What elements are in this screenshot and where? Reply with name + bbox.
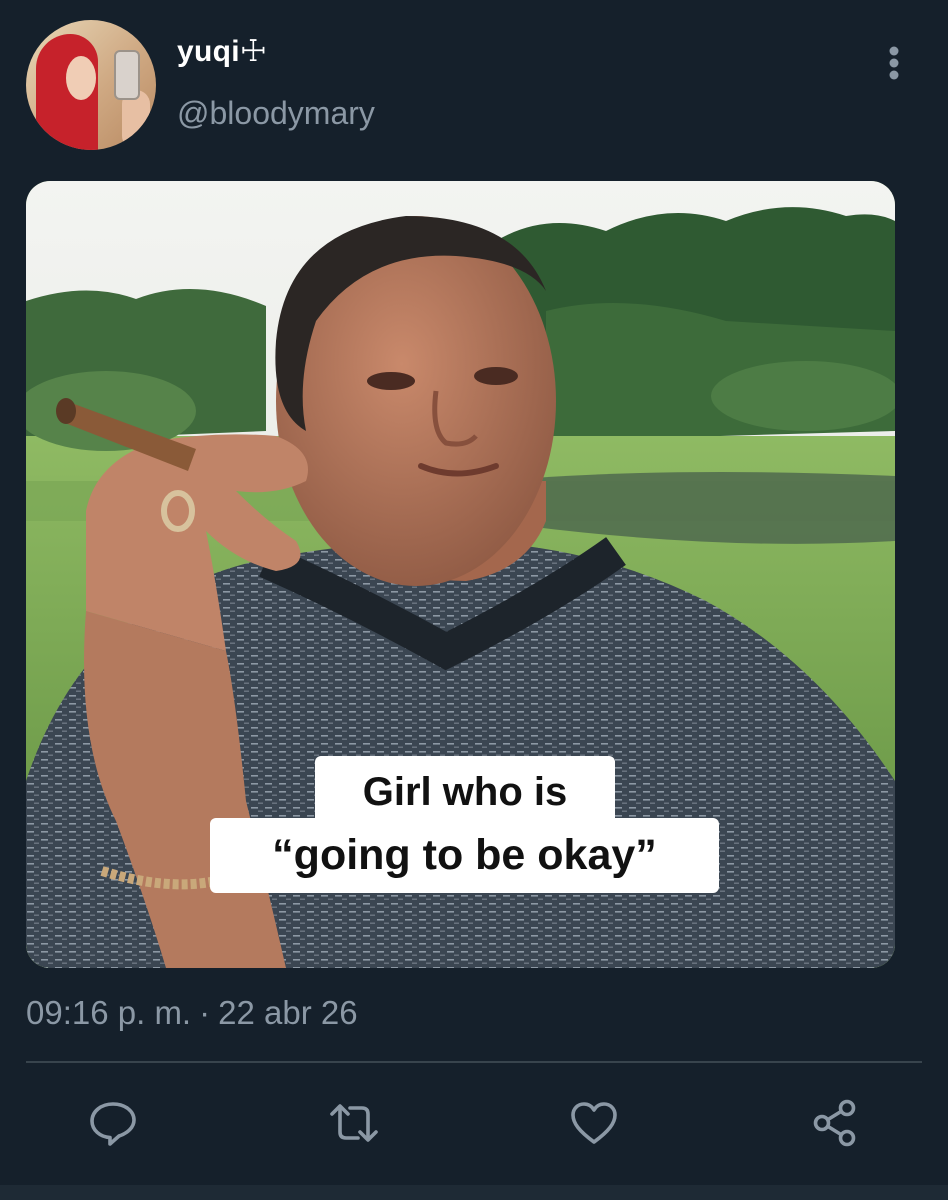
bottom-bar-edge xyxy=(0,1185,948,1200)
tweet-time: 09:16 p. m. xyxy=(26,994,192,1031)
user-handle[interactable]: @bloodymary xyxy=(177,95,375,132)
reply-icon xyxy=(90,1102,136,1146)
tweet-detail: yuqi☩ @bloodymary Girl who is “going to … xyxy=(0,0,948,1200)
avatar[interactable] xyxy=(26,20,156,150)
retweet-icon xyxy=(330,1104,378,1142)
avatar-phone xyxy=(114,50,140,100)
more-options-button[interactable] xyxy=(878,44,910,82)
display-name[interactable]: yuqi☩ xyxy=(177,34,267,69)
like-button[interactable] xyxy=(561,1090,627,1156)
share-icon xyxy=(813,1099,856,1147)
meme-caption: Girl who is “going to be okay” xyxy=(26,181,895,968)
tweet-media-image[interactable]: Girl who is “going to be okay” xyxy=(26,181,895,968)
tweet-timestamp[interactable]: 09:16 p. m. · 22 abr 26 xyxy=(26,994,358,1032)
reply-button[interactable] xyxy=(80,1090,146,1156)
caption-line-2: “going to be okay” xyxy=(210,818,719,893)
share-button[interactable] xyxy=(802,1090,868,1156)
avatar-face xyxy=(66,56,96,100)
timestamp-separator: · xyxy=(199,994,211,1031)
tweet-date: 22 abr 26 xyxy=(218,994,358,1031)
heart-icon xyxy=(571,1102,617,1144)
action-bar xyxy=(0,1090,948,1156)
divider xyxy=(26,1061,922,1063)
more-vertical-icon xyxy=(889,46,899,80)
retweet-button[interactable] xyxy=(321,1090,387,1156)
